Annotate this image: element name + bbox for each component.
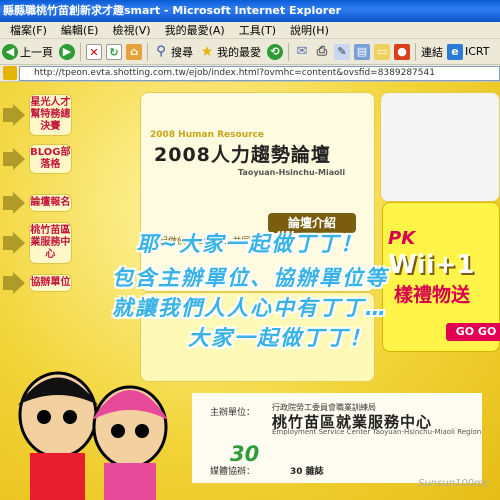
toolbar: ◀ 上一頁 ▶ ✕ ↻ ⌂ ⚲ 搜尋 ★ 我的最愛 ⟲ ✉ ⎙ ✎ ▤ ▭ ● …: [0, 39, 500, 65]
stop-icon[interactable]: ✕: [86, 43, 102, 60]
sidebar-item-star[interactable]: 星光人才幫特務總決賽: [0, 94, 72, 136]
overlay-line-1: 耶~大家一起做丁丁！: [136, 232, 364, 256]
print-icon[interactable]: ⎙: [314, 44, 330, 60]
star-icon: ★: [200, 43, 214, 60]
address-bar: http://tpeon.evta.shotting.com.tw/ejob/i…: [0, 65, 500, 82]
forum-en-label: 2008 Human Resource: [150, 130, 264, 140]
arrow-icon: [3, 192, 25, 214]
arrow-icon: [3, 148, 25, 170]
forum-title: 2008人力趨勢論壇: [154, 144, 331, 166]
menu-favorites[interactable]: 我的最愛(A): [165, 22, 225, 38]
mascot-banner[interactable]: [380, 92, 500, 202]
overlay-line-3: 就讓我們人人心中有丁丁…: [112, 296, 388, 320]
history-icon[interactable]: ⟲: [267, 43, 283, 60]
mascot-eye: [63, 410, 77, 424]
sidebar-label: 星光人才幫特務總決賽: [28, 94, 72, 136]
mascot-eye: [37, 410, 51, 424]
home-icon[interactable]: ⌂: [126, 43, 142, 60]
messenger-icon[interactable]: ●: [394, 43, 410, 60]
menu-help[interactable]: 說明(H): [290, 22, 329, 38]
media-logo-text[interactable]: 30 雜誌: [290, 464, 324, 477]
toolbar-divider: [147, 42, 148, 61]
favorites-button[interactable]: ★ 我的最愛: [197, 41, 261, 63]
menu-tools[interactable]: 工具(T): [239, 22, 276, 38]
search-icon: ⚲: [156, 43, 166, 59]
search-label: 搜尋: [171, 45, 193, 59]
watermark: Sunsun100mc: [418, 478, 490, 489]
organizer-en: Employment Service Center Taoyuan-Hsinch…: [272, 428, 482, 436]
menu-view[interactable]: 檢視(V): [112, 22, 150, 38]
media-logo[interactable]: 30: [230, 442, 268, 472]
forum-subtitle: Taoyuan-Hsinchu-Miaoli: [238, 168, 346, 177]
menu-bar: 檔案(F) 編輯(E) 檢視(V) 我的最愛(A) 工具(T) 說明(H): [0, 22, 500, 39]
page-icon: [3, 66, 17, 80]
mascot-eye: [135, 424, 149, 438]
back-button[interactable]: ◀ 上一頁: [0, 41, 53, 63]
links-label[interactable]: 連結: [421, 44, 443, 60]
organizer-label: 主辦單位：: [210, 408, 256, 418]
browser-window: 縣縣職桃竹苗創新求才趣smart - Microsoft Internet Ex…: [0, 0, 500, 500]
window-title: 縣縣職桃竹苗創新求才趣smart - Microsoft Internet Ex…: [0, 0, 500, 22]
back-label: 上一頁: [20, 45, 53, 59]
toolbar-divider: [415, 42, 416, 61]
refresh-icon[interactable]: ↻: [106, 43, 122, 60]
discuss-icon[interactable]: ▤: [354, 43, 370, 60]
mascot-eye: [111, 424, 125, 438]
sidebar-label: 論壇報名: [28, 194, 72, 212]
sidebar-item-blog[interactable]: BLOG部落格: [0, 140, 72, 178]
pink-mascot-body: [104, 463, 156, 500]
back-arrow-icon: ◀: [2, 43, 18, 60]
overlay-line-2: 包含主辦單位、協辦單位等: [112, 266, 388, 290]
mail-icon[interactable]: ✉: [294, 44, 310, 60]
sidebar-item-register[interactable]: 論壇報名: [0, 184, 72, 222]
search-button[interactable]: ⚲ 搜尋: [151, 41, 193, 63]
url-input[interactable]: http://tpeon.evta.shotting.com.tw/ejob/i…: [19, 65, 500, 81]
icrt-link[interactable]: ICRT: [465, 45, 490, 58]
edit-icon[interactable]: ✎: [334, 43, 350, 60]
folder-icon[interactable]: ▭: [374, 43, 390, 60]
icrt-link-icon[interactable]: e: [447, 43, 463, 60]
overlay-line-4: 大家一起做丁丁！: [188, 326, 372, 350]
arrow-icon: [3, 104, 25, 126]
favorites-label: 我的最愛: [217, 45, 261, 59]
forward-icon[interactable]: ▶: [59, 43, 75, 60]
menu-edit[interactable]: 編輯(E): [61, 22, 99, 38]
toolbar-divider: [80, 42, 81, 61]
black-mascot-body: [30, 453, 85, 500]
sidebar-label: BLOG部落格: [28, 144, 72, 174]
toolbar-divider: [288, 42, 289, 61]
mascot-illustration: [18, 371, 168, 500]
menu-file[interactable]: 檔案(F): [10, 22, 47, 38]
